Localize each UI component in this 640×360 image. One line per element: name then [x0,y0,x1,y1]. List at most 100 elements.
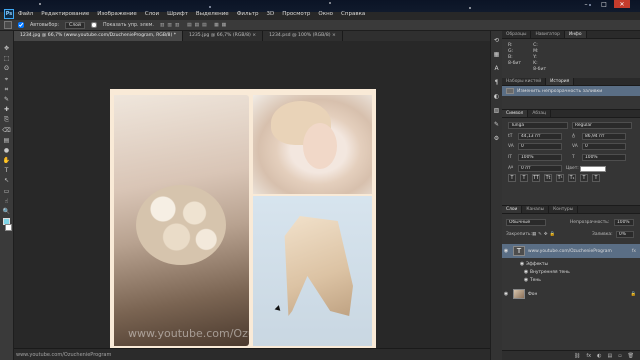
path-select-tool-icon[interactable]: ↖ [2,177,11,184]
underline-button[interactable]: T [580,174,588,182]
small-caps-button[interactable]: Tt [544,174,552,182]
font-size-field[interactable]: 44,13 пт [518,133,562,140]
paragraph-panel-icon[interactable]: ¶ [493,79,501,87]
type-tool-icon[interactable]: T [2,167,11,174]
faux-bold-button[interactable]: T [508,174,516,182]
tool-presets-panel-icon[interactable]: ⚙ [493,135,501,143]
tab-paths[interactable]: Контуры [549,206,579,213]
tab-swatches[interactable]: Образцы [502,31,532,38]
marquee-tool-icon[interactable]: ⬚ [2,55,11,62]
quick-select-tool-icon[interactable]: ⌖ [2,76,11,83]
close-button[interactable]: ✕ [614,0,630,8]
tab-navigator[interactable]: Навигатор [531,31,565,38]
menu-select[interactable]: Выделение [196,11,229,17]
tab-info[interactable]: Инфо [564,31,587,38]
visibility-eye-icon[interactable]: ◉ [502,248,510,254]
auto-select-dropdown[interactable]: Слой [65,21,85,29]
text-color-swatch[interactable] [580,166,606,172]
background-eye-icon[interactable]: ◉ [502,291,510,297]
auto-select-checkbox[interactable] [18,22,24,28]
tab-layers[interactable]: Слои [502,206,523,213]
horizontal-scale-field[interactable]: 100% [582,154,626,161]
drop-shadow-eye-icon[interactable]: ◉ [522,277,530,283]
superscript-button[interactable]: T¹ [556,174,564,182]
maximize-button[interactable]: □ [596,0,612,8]
doc-tab-1234-psd[interactable]: 1234.psd @ 100% (RGB/8) × [263,31,343,41]
hand-pan-tool-icon[interactable]: ☝ [2,198,11,205]
new-layer-icon[interactable]: ▫ [618,353,621,359]
subscript-button[interactable]: T₁ [568,174,576,182]
menu-view[interactable]: Просмотр [282,11,310,17]
menu-image[interactable]: Изображение [97,11,137,17]
new-adjustment-icon[interactable]: ▤ [608,353,613,359]
vertical-scale-field[interactable]: 100% [518,154,562,161]
move-tool-preset-icon[interactable] [4,21,12,29]
blend-mode-select[interactable]: Обычные [506,219,546,226]
tab-history[interactable]: История [546,78,575,85]
history-panel-icon[interactable]: ⟲ [493,37,501,45]
styles-panel-icon[interactable]: ▧ [493,107,501,115]
brush-panel-icon[interactable]: ✎ [493,121,501,129]
lasso-tool-icon[interactable]: ʘ [2,65,11,72]
adjustments-panel-icon[interactable]: ◐ [493,93,501,101]
layer-row-text[interactable]: ◉ T www.youtube.com/OzuchenieProgram fx [502,244,640,258]
menu-filter[interactable]: Фильтр [237,11,259,17]
menu-3d[interactable]: 3D [266,11,274,17]
healing-brush-tool-icon[interactable]: ✚ [2,106,11,113]
kerning-field[interactable]: 0 [518,143,562,150]
layer-row-background[interactable]: ◉ Фон 🔒 [502,287,640,301]
tab-channels[interactable]: Каналы [522,206,550,213]
gradient-tool-icon[interactable]: ▤ [2,137,11,144]
crop-tool-icon[interactable]: ⌗ [2,86,11,93]
dodge-tool-icon[interactable]: ● [2,147,11,154]
tab-paragraph[interactable]: Абзац [528,110,552,117]
hand-tool-icon[interactable]: ✋ [2,157,11,164]
font-family-select[interactable]: Tunga [508,122,568,129]
opacity-field[interactable]: 100% [614,219,634,226]
minimize-button[interactable]: – [578,0,594,8]
strikethrough-button[interactable]: T [592,174,600,182]
menu-layers[interactable]: Слои [145,11,159,17]
font-style-select[interactable]: Regular [572,122,632,129]
zoom-tool-icon[interactable]: 🔍 [2,208,11,215]
trash-icon[interactable]: 🗑 [628,353,634,359]
menu-file[interactable]: Файл [18,11,33,17]
menu-window[interactable]: Окно [318,11,333,17]
character-panel-icon[interactable]: A [493,65,501,73]
fill-field[interactable]: 0% [616,231,634,238]
history-item[interactable]: Изменить непрозрачность заливки [502,86,640,96]
effects-eye-icon[interactable]: ◉ [518,261,526,267]
document-canvas[interactable]: www.youtube.com/OzuchenieProgram [110,89,376,353]
effect-inner-shadow-row[interactable]: ◉ Внутренняя тень [502,268,640,276]
faux-italic-button[interactable]: T [520,174,528,182]
leading-field[interactable]: 86,94 пт [582,133,626,140]
document-workspace[interactable]: www.youtube.com/OzuchenieProgram [14,41,490,353]
doc-tab-1234-jpg[interactable]: 1234.jpg @ 66,7% (www.youtube.com/Dzuche… [14,31,184,41]
eyedropper-tool-icon[interactable]: ✎ [2,96,11,103]
inner-shadow-eye-icon[interactable]: ◉ [522,269,530,275]
tab-character[interactable]: Символ [502,110,529,117]
background-color-swatch[interactable] [5,224,12,232]
layer-effects-row[interactable]: ◉ Эффекты [502,260,640,268]
baseline-field[interactable]: 0 пт [518,165,562,172]
menu-help[interactable]: Справка [341,11,365,17]
align-buttons-icon[interactable]: ▥▥▥ ▤▤▤ ▦▦ [160,23,229,28]
show-transform-checkbox[interactable] [90,22,97,28]
menu-edit[interactable]: Редактирование [41,11,89,17]
lock-icons[interactable]: ▦✎✥🔒 [532,232,557,237]
tab-brush-presets[interactable]: Наборы кистей [502,78,547,85]
move-tool-icon[interactable]: ✥ [2,45,11,52]
doc-tab-1235-jpg[interactable]: 1235.jpg @ 66,7% (RGB/8) × [183,31,264,41]
tracking-field[interactable]: 0 [582,143,626,150]
add-mask-icon[interactable]: ◐ [597,353,601,359]
menu-type[interactable]: Шрифт [167,11,188,17]
eraser-tool-icon[interactable]: ⌫ [2,127,11,134]
clone-stamp-tool-icon[interactable]: ⎘ [2,116,11,123]
effect-drop-shadow-row[interactable]: ◉ Тень [502,276,640,284]
properties-panel-icon[interactable]: ▦ [493,51,501,59]
link-layers-icon[interactable]: ⛓ [574,353,580,359]
rectangle-tool-icon[interactable]: ▭ [2,188,11,195]
all-caps-button[interactable]: TT [532,174,540,182]
add-style-icon[interactable]: fx [586,353,591,359]
layer-fx-icon[interactable]: fx [632,249,636,254]
